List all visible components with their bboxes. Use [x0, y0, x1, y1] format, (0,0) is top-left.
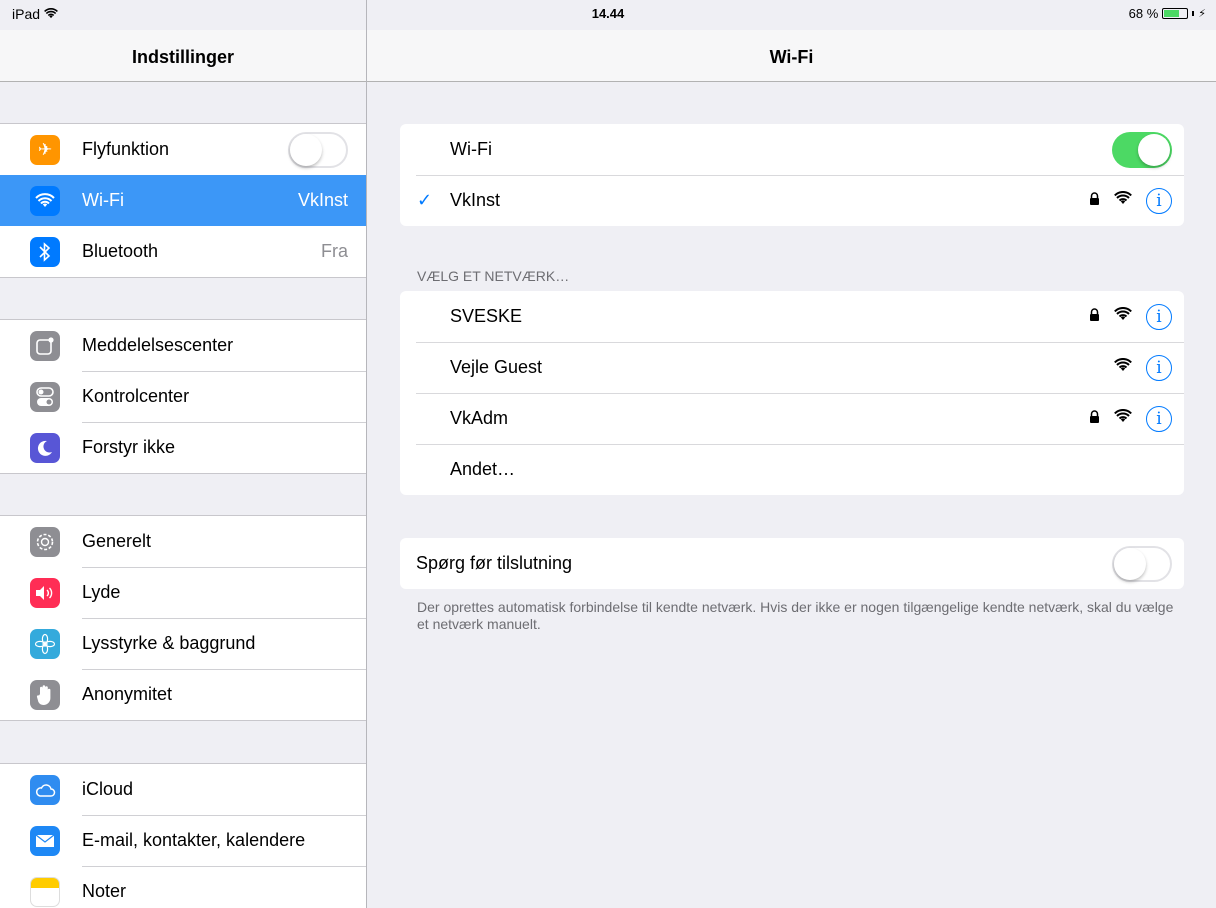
- wifi-icon: [30, 185, 60, 216]
- wifi-signal-icon: [1114, 358, 1132, 377]
- lock-icon: [1089, 191, 1100, 210]
- sidebar-group-notifications: Meddelelsescenter Kontrolcenter Forstyr …: [0, 319, 366, 474]
- wifi-toggle-label: Wi-Fi: [450, 139, 492, 159]
- cloud-icon: [30, 774, 60, 805]
- network-list: SVESKE i Vejle Guest i VkAdm i Andet…: [400, 291, 1184, 495]
- network-name: VkAdm: [450, 408, 509, 428]
- sidebar-item-value: Fra: [321, 241, 348, 261]
- sidebar-item-value: VkInst: [297, 190, 348, 210]
- wifi-detail-pane: Wi-Fi Wi-Fi ✓ VkInst i VÆLG ET NETVÆRK…: [367, 0, 1216, 908]
- toggle-knob: [1114, 547, 1146, 580]
- sidebar-item-bluetooth[interactable]: Bluetooth Fra: [0, 226, 366, 277]
- sidebar-item-icloud[interactable]: iCloud: [0, 764, 366, 815]
- sidebar-title: Indstillinger: [131, 47, 234, 67]
- other-network-label: Andet…: [450, 459, 516, 479]
- sidebar-item-label: iCloud: [82, 779, 134, 799]
- notification-center-icon: [30, 330, 60, 361]
- page-title: Wi-Fi: [769, 47, 814, 67]
- network-name: SVESKE: [450, 306, 523, 326]
- info-icon[interactable]: i: [1146, 303, 1172, 330]
- other-network-row[interactable]: Andet…: [400, 444, 1184, 495]
- wifi-toggle-row: Wi-Fi: [400, 124, 1184, 175]
- sidebar-item-label: Kontrolcenter: [82, 386, 190, 406]
- charging-icon: ⚡: [1198, 8, 1206, 20]
- ask-to-join-label: Spørg før tilslutning: [416, 553, 573, 573]
- sidebar-group-accounts: iCloud E-mail, kontakter, kalendere Note…: [0, 763, 366, 908]
- sidebar-item-label: Lysstyrke & baggrund: [82, 633, 256, 653]
- control-center-icon: [30, 381, 60, 412]
- airplane-icon: ✈: [30, 134, 60, 165]
- status-bar: iPad 14.44 68 % ⚡: [0, 0, 1216, 30]
- settings-sidebar: Indstillinger ✈ Flyfunktion Wi-Fi VkInst…: [0, 0, 367, 908]
- sidebar-item-forstyr-ikke[interactable]: Forstyr ikke: [0, 422, 366, 473]
- network-name: VkInst: [450, 190, 501, 210]
- info-icon[interactable]: i: [1146, 405, 1172, 432]
- lock-icon: [1089, 409, 1100, 428]
- flower-icon: [30, 628, 60, 659]
- sidebar-item-email[interactable]: E-mail, kontakter, kalendere: [0, 815, 366, 866]
- battery-icon: [1162, 8, 1189, 19]
- connected-network-row[interactable]: ✓ VkInst i: [400, 175, 1184, 226]
- info-icon[interactable]: i: [1146, 354, 1172, 381]
- hand-icon: [30, 679, 60, 710]
- info-icon[interactable]: i: [1146, 187, 1172, 214]
- sidebar-item-meddelelsescenter[interactable]: Meddelelsescenter: [0, 320, 366, 371]
- section-title: VÆLG ET NETVÆRK…: [417, 268, 570, 284]
- ask-to-join-toggle[interactable]: [1112, 545, 1172, 582]
- sidebar-item-label: Generelt: [82, 531, 152, 551]
- network-row[interactable]: VkAdm i: [400, 393, 1184, 444]
- gear-icon: [30, 526, 60, 557]
- toggle-knob: [290, 133, 322, 166]
- sidebar-group-general: Generelt Lyde Lysstyrke & baggrund Anony…: [0, 515, 366, 721]
- sidebar-item-label: Bluetooth: [82, 241, 159, 261]
- network-row[interactable]: SVESKE i: [400, 291, 1184, 342]
- checkmark-icon: ✓: [417, 190, 433, 210]
- toggle-knob: [1138, 133, 1170, 166]
- wifi-signal-icon: [1114, 191, 1132, 210]
- sidebar-item-anonymitet[interactable]: Anonymitet: [0, 669, 366, 720]
- speaker-icon: [30, 577, 60, 608]
- wifi-signal-icon: [1114, 307, 1132, 326]
- wifi-toggle[interactable]: [1112, 131, 1172, 168]
- notes-icon: [30, 876, 60, 907]
- sidebar-item-flyfunktion[interactable]: ✈ Flyfunktion: [0, 124, 366, 175]
- sidebar-item-label: Anonymitet: [82, 684, 173, 704]
- mail-icon: [30, 825, 60, 856]
- airplane-mode-toggle[interactable]: [288, 131, 348, 168]
- ask-to-join-row: Spørg før tilslutning: [400, 538, 1184, 589]
- sidebar-item-kontrolcenter[interactable]: Kontrolcenter: [0, 371, 366, 422]
- moon-icon: [30, 432, 60, 463]
- network-row[interactable]: Vejle Guest i: [400, 342, 1184, 393]
- sidebar-item-lysstyrke[interactable]: Lysstyrke & baggrund: [0, 618, 366, 669]
- sidebar-item-generelt[interactable]: Generelt: [0, 516, 366, 567]
- lock-icon: [1089, 307, 1100, 326]
- clock: 14.44: [591, 6, 625, 21]
- sidebar-item-label: Forstyr ikke: [82, 437, 176, 457]
- battery-percent: 68 %: [1128, 6, 1159, 21]
- bluetooth-icon: [30, 236, 60, 267]
- sidebar-group-connectivity: ✈ Flyfunktion Wi-Fi VkInst Bluetooth Fra: [0, 123, 366, 278]
- sidebar-item-wifi[interactable]: Wi-Fi VkInst: [0, 175, 366, 226]
- wifi-card: Wi-Fi ✓ VkInst i: [400, 124, 1184, 226]
- sidebar-item-lyde[interactable]: Lyde: [0, 567, 366, 618]
- sidebar-item-label: Noter: [82, 881, 127, 901]
- sidebar-item-label: E-mail, kontakter, kalendere: [82, 830, 306, 850]
- ask-to-join-card: Spørg før tilslutning: [400, 538, 1184, 589]
- battery-fill: [1164, 10, 1180, 17]
- sidebar-item-noter[interactable]: Noter: [0, 866, 366, 908]
- sidebar-item-label: Flyfunktion: [82, 139, 170, 159]
- network-name: Vejle Guest: [450, 357, 543, 377]
- ask-to-join-footer: Der oprettes automatisk forbindelse til …: [417, 599, 1174, 632]
- wifi-signal-icon: [1114, 409, 1132, 428]
- battery-tip: [1192, 11, 1195, 16]
- sidebar-item-label: Lyde: [82, 582, 121, 602]
- sidebar-item-label: Meddelelsescenter: [82, 335, 234, 355]
- sidebar-item-label: Wi-Fi: [82, 190, 124, 210]
